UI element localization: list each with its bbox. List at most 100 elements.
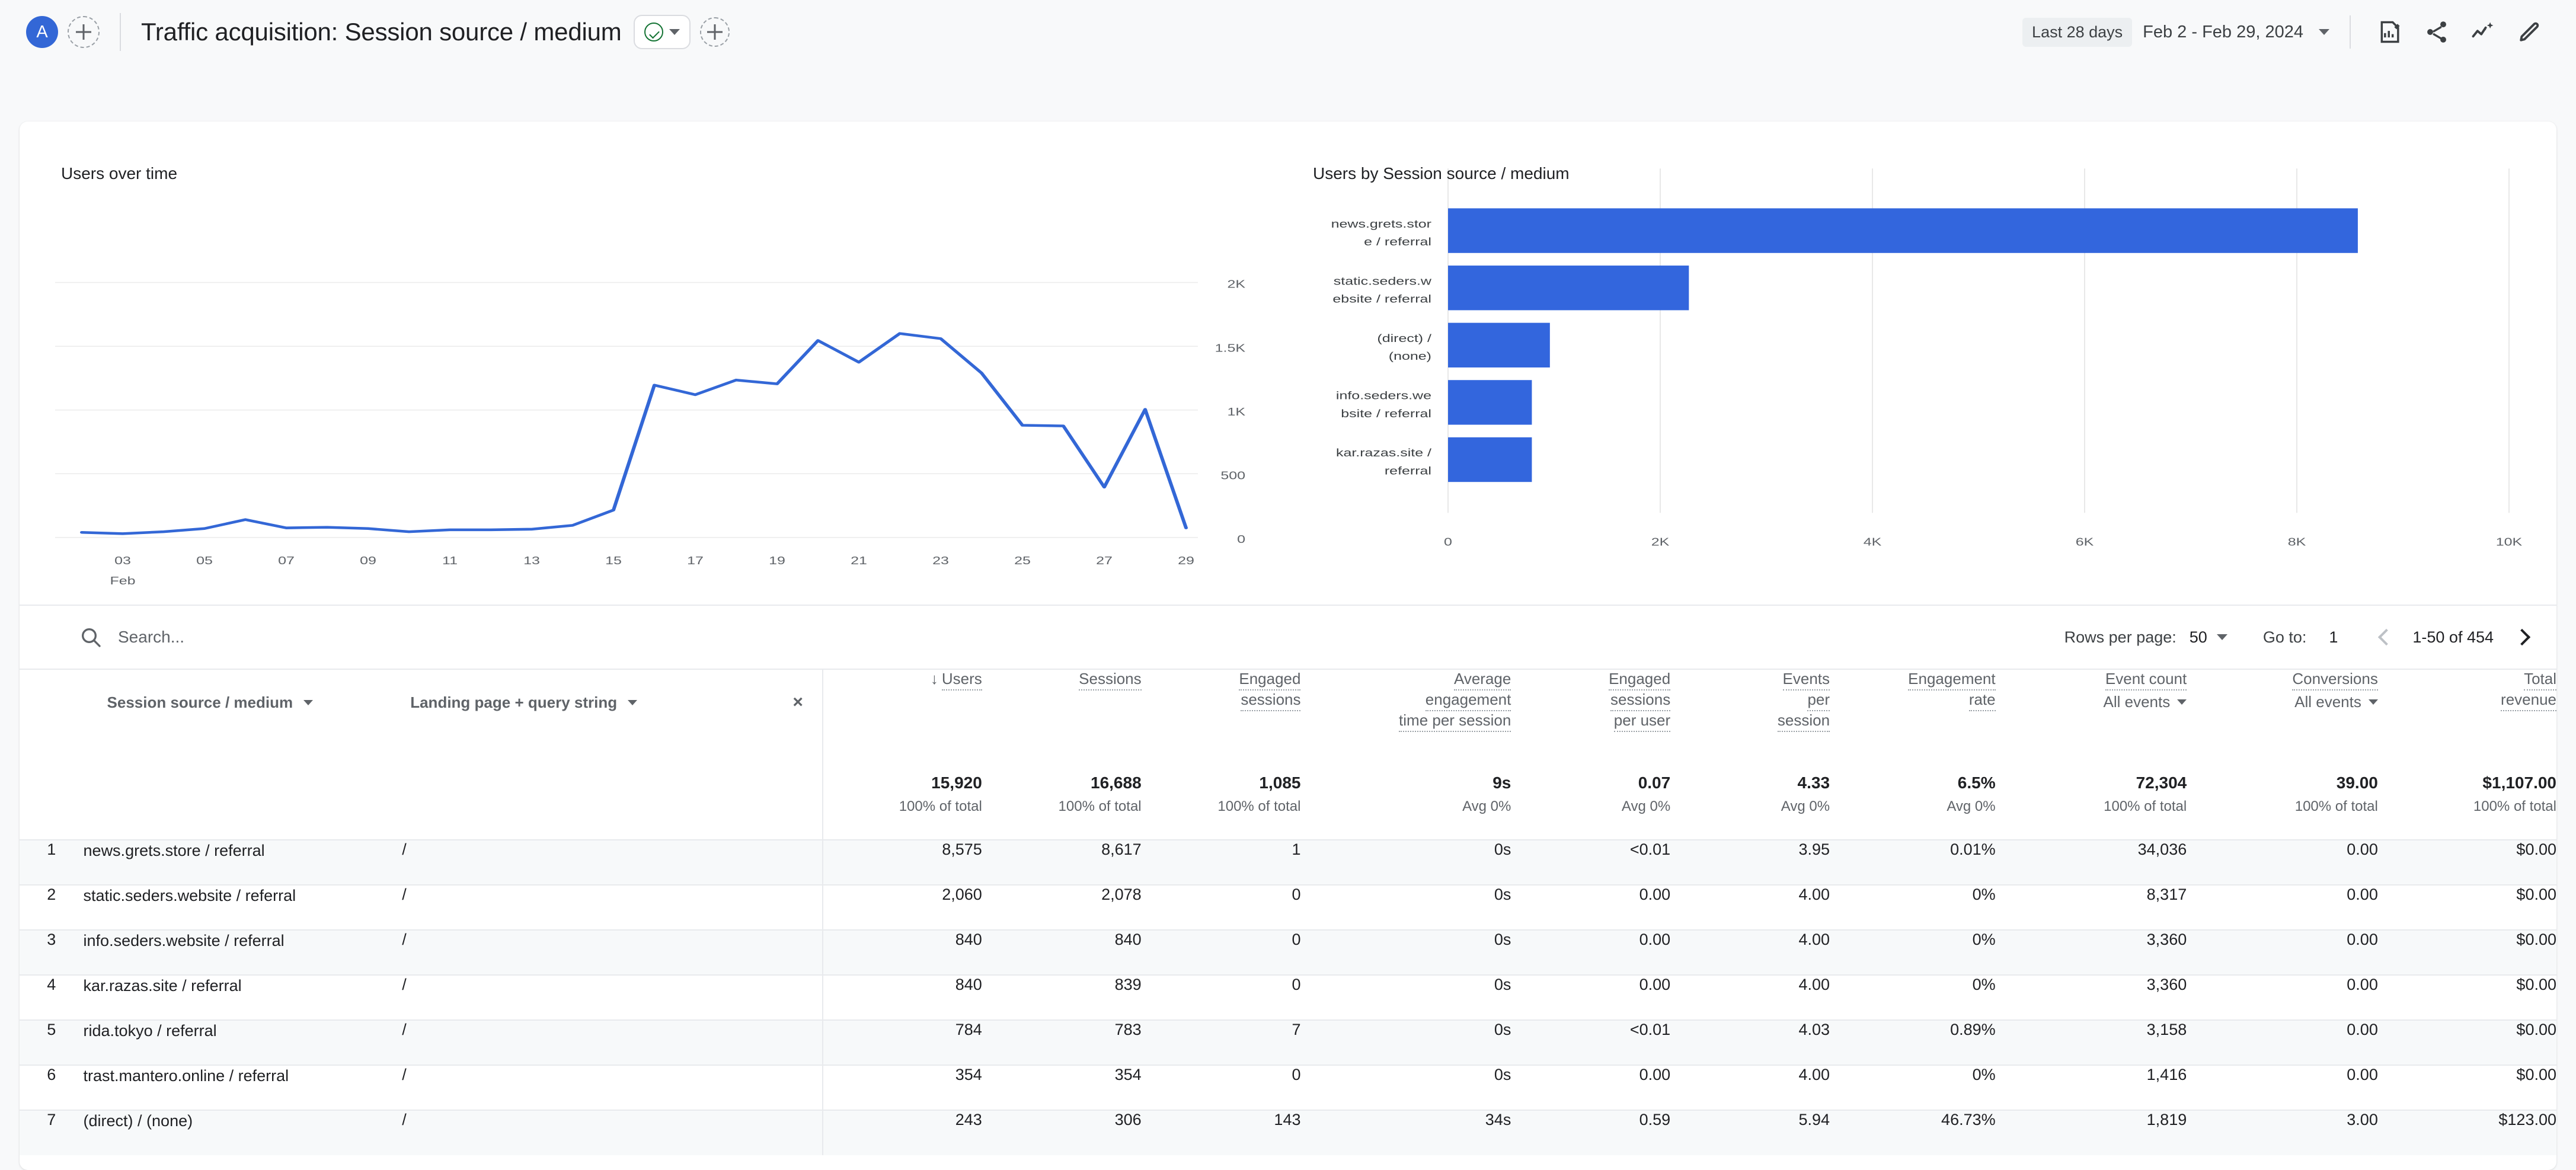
customize-icon[interactable] (2506, 9, 2552, 55)
x-axis-tick-label: 23 (932, 554, 949, 567)
y-axis-tick-label: 1K (1227, 405, 1245, 418)
row-metric-cell: 34,036 (2137, 840, 2187, 858)
date-range-value[interactable]: Feb 2 - Feb 29, 2024 (2143, 23, 2303, 42)
row-metric-cell: 0 (1292, 1066, 1301, 1083)
chevron-down-icon[interactable] (2216, 634, 2227, 640)
row-metric-cell: 5.94 (1798, 1111, 1830, 1129)
metric-header-sessions[interactable]: Sessions (982, 669, 1142, 773)
totals-value: 1,085 (1259, 773, 1301, 792)
table-row[interactable]: 5 rida.tokyo / referral/784 783 7 0s <0.01 4.0… (20, 1020, 2556, 1065)
row-metric-cell: 0.01% (1950, 840, 1996, 858)
insights-icon[interactable] (2460, 9, 2506, 55)
row-session-source[interactable]: (direct) / (none) (84, 1110, 402, 1155)
totals-cell: 15,920 100% of total (822, 773, 982, 840)
row-landing-page[interactable]: / (402, 1110, 823, 1155)
dimension-header-landing-page[interactable]: Landing page + query string × (402, 669, 823, 773)
line-chart-title: Users over time (61, 164, 178, 183)
add-comparison-button[interactable] (68, 16, 100, 48)
line-chart-svg[interactable]: 0 500 1K 1.5K 2K 03 05 07 09 11 13 15 17 19 21 23 25 27 29… (20, 122, 1270, 605)
table-row[interactable]: 6 trast.mantero.online / referral/354 354 0… (20, 1065, 2556, 1110)
x-axis-tick-label: 05 (196, 554, 213, 567)
row-metric-cell: 3.00 (2347, 1111, 2378, 1129)
chevron-down-icon (669, 29, 680, 35)
row-landing-page[interactable]: / (402, 975, 823, 1020)
dimension-header-session-source[interactable]: Session source / medium (83, 669, 402, 773)
row-landing-page[interactable]: / (402, 840, 823, 885)
row-metric-cell: 46.73% (1941, 1111, 1996, 1129)
totals-subtext: Avg 0% (1621, 798, 1671, 814)
metric-header-total-revenue[interactable]: Total revenue (2377, 669, 2556, 773)
add-filter-button[interactable] (699, 17, 730, 47)
metric-header-engaged-sessions[interactable]: Engaged sessions (1141, 669, 1301, 773)
x-axis-tick-label: 07 (278, 554, 295, 567)
status-badge[interactable] (633, 15, 691, 49)
bar[interactable] (1448, 266, 1689, 311)
row-landing-page[interactable]: / (402, 1065, 823, 1110)
chevron-down-icon[interactable] (2368, 699, 2378, 705)
metric-header-users[interactable]: ↓ Users (822, 669, 982, 773)
divider (120, 13, 121, 51)
table-row[interactable]: 2 static.seders.website / referral/2,060 2… (20, 885, 2556, 930)
metric-header-event-count[interactable]: Event count All events (1995, 669, 2187, 773)
metric-scope-value[interactable]: All events (2104, 693, 2171, 711)
totals-dimension (84, 773, 402, 840)
table-row[interactable]: 4 kar.razas.site / referral/840 839 0 0s 0.00… (20, 975, 2556, 1020)
metric-scope-value[interactable]: All events (2294, 693, 2361, 711)
metric-header-engaged-sessions-per-user[interactable]: Engaged sessions per user (1511, 669, 1671, 773)
rows-per-page-value[interactable]: 50 (2190, 628, 2207, 647)
x-axis-tick-label: 19 (769, 554, 785, 567)
totals-value: 9s (1492, 773, 1511, 792)
metric-header-conversions[interactable]: Conversions All events (2187, 669, 2378, 773)
metric-header-average-engagement-time-per-session[interactable]: Average engagement time per session (1300, 669, 1511, 773)
edit-comparison-icon[interactable] (2367, 9, 2414, 55)
top-bar: A Traffic acquisition: Session source / … (0, 0, 2576, 64)
metric-header-engagement-rate[interactable]: Engagement rate (1830, 669, 1996, 773)
avatar[interactable]: A (26, 16, 58, 48)
row-metric-cell: 0.00 (1639, 931, 1671, 948)
row-session-source[interactable]: rida.tokyo / referral (84, 1020, 402, 1065)
table-row[interactable]: 7 (direct) / (none)/243 306 143 34s 0.59 5.94 4… (20, 1110, 2556, 1155)
row-metric-cell: 354 (1114, 1066, 1142, 1083)
row-session-source[interactable]: kar.razas.site / referral (84, 975, 402, 1020)
bar[interactable] (1448, 380, 1532, 425)
remove-dimension-icon[interactable]: × (792, 693, 803, 711)
row-metric-cell: 0% (1972, 1066, 1996, 1083)
row-metric-cell: 0.89% (1950, 1021, 1996, 1038)
totals-cell: 39.00 100% of total (2187, 773, 2378, 840)
totals-cell: 72,304 100% of total (1996, 773, 2187, 840)
row-metric-cell: 839 (1114, 976, 1142, 993)
row-session-source[interactable]: static.seders.website / referral (84, 885, 402, 930)
row-landing-page[interactable]: / (402, 930, 823, 975)
chevron-down-icon[interactable] (2177, 699, 2187, 705)
date-range-preset[interactable]: Last 28 days (2022, 17, 2133, 47)
page-range: 1-50 of 454 (2412, 628, 2494, 646)
next-page-icon[interactable] (2513, 628, 2531, 646)
row-session-source[interactable]: trast.mantero.online / referral (84, 1065, 402, 1110)
table-row[interactable]: 3 info.seders.website / referral/840 840 0 0… (20, 930, 2556, 975)
row-session-source[interactable]: news.grets.store / referral (84, 840, 402, 885)
bar[interactable] (1448, 322, 1550, 367)
row-metric-cell: 0 (1292, 886, 1301, 903)
row-session-source[interactable]: info.seders.website / referral (84, 930, 402, 975)
goto-input[interactable]: 1 (2329, 628, 2338, 647)
metric-header-events-per-session[interactable]: Events per session (1670, 669, 1830, 773)
search-input[interactable]: Search... (79, 625, 184, 649)
x-axis-tick-label: 2K (1651, 535, 1670, 548)
row-metric-cell: 0.00 (1639, 1066, 1671, 1083)
totals-subtext: Avg 0% (1462, 798, 1511, 814)
previous-page-icon[interactable] (2378, 628, 2395, 646)
chevron-down-icon[interactable] (2319, 29, 2329, 35)
row-landing-page[interactable]: / (402, 885, 823, 930)
bar[interactable] (1448, 437, 1532, 482)
totals-cell: 16,688 100% of total (982, 773, 1142, 840)
bar-chart-svg[interactable]: 0 2K 4K 6K 8K 10K news.grets.stor e / referral s… (1270, 122, 2556, 605)
bar[interactable] (1448, 208, 2358, 253)
share-icon[interactable] (2414, 9, 2460, 55)
x-axis-tick-label: 4K (1864, 535, 1882, 548)
row-landing-page[interactable]: / (402, 1020, 823, 1065)
chevron-down-icon[interactable] (628, 700, 638, 705)
users-line-series (80, 332, 1188, 535)
metric-header-line: Sessions (1079, 670, 1142, 691)
chevron-down-icon[interactable] (303, 700, 314, 705)
table-row[interactable]: 1 news.grets.store / referral/8,575 8,617 1… (20, 840, 2556, 885)
